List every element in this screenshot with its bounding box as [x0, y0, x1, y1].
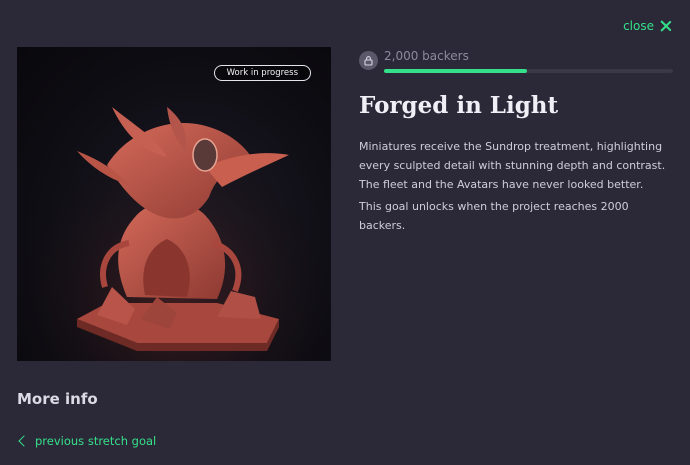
backers-count: 2,000 backers: [384, 49, 469, 63]
close-label: close: [623, 19, 654, 33]
previous-stretch-goal-label: previous stretch goal: [35, 434, 157, 448]
close-button[interactable]: close: [623, 19, 672, 33]
backers-progress: 2,000 backers: [359, 49, 673, 76]
goal-description: Miniatures receive the Sundrop treatment…: [359, 140, 666, 191]
goal-unlock-text: This goal unlocks when the project reach…: [359, 200, 629, 232]
miniature-render: [17, 47, 331, 361]
progress-fill: [384, 69, 528, 73]
chevron-left-icon: [18, 435, 30, 447]
previous-stretch-goal-link[interactable]: previous stretch goal: [17, 434, 156, 448]
goal-artwork: Work in progress: [17, 47, 331, 361]
goal-title: Forged in Light: [359, 92, 559, 119]
more-info-heading: More info: [17, 390, 98, 408]
work-in-progress-badge: Work in progress: [213, 65, 311, 81]
lock-icon: [359, 51, 378, 70]
progress-track: [384, 69, 673, 73]
close-icon: [660, 20, 672, 32]
